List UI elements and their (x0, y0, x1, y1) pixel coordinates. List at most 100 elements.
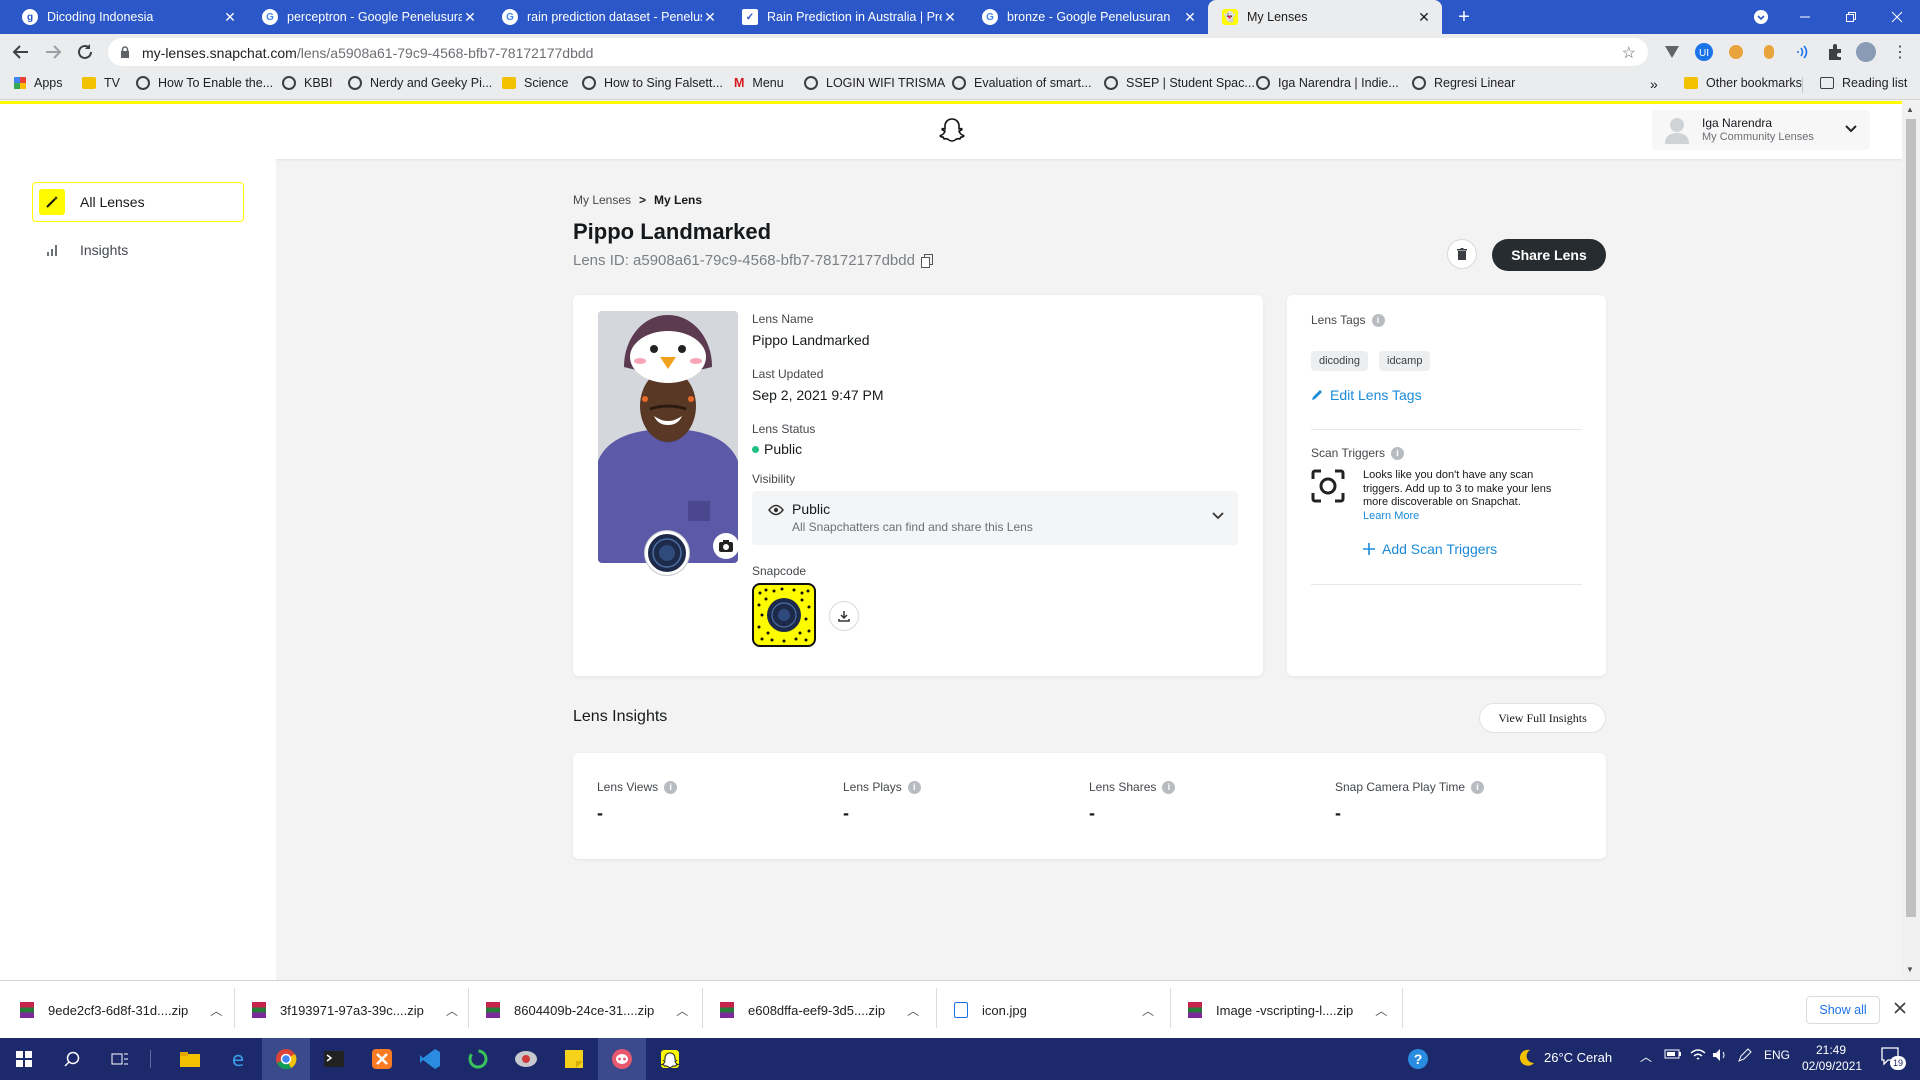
tray-overflow-icon[interactable]: ︿ (1640, 1048, 1652, 1065)
view-full-insights-button[interactable]: View Full Insights (1479, 703, 1606, 733)
close-downloads-icon[interactable] (1894, 1002, 1906, 1014)
download-item[interactable]: 8604409b-24ce-31....zip ︿ (486, 998, 688, 1022)
extension-ui-icon[interactable]: UI (1694, 42, 1714, 62)
battery-icon[interactable] (1664, 1048, 1682, 1060)
extension-vpn-icon[interactable] (1664, 44, 1680, 60)
close-window-button[interactable] (1874, 0, 1920, 34)
download-item[interactable]: 9ede2cf3-6d8f-31d....zip ︿ (20, 998, 222, 1022)
task-view-icon[interactable] (96, 1038, 144, 1080)
scroll-down-icon[interactable]: ▼ (1906, 965, 1914, 974)
other-bookmarks-folder[interactable]: Other bookmarks (1684, 76, 1802, 90)
close-tab-icon[interactable]: ✕ (702, 9, 718, 26)
share-lens-button[interactable]: Share Lens (1492, 239, 1606, 271)
bookmark-folder[interactable]: Science (502, 76, 568, 90)
chrome-icon[interactable] (262, 1038, 310, 1080)
bookmark-folder[interactable]: TV (82, 76, 120, 90)
help-icon[interactable]: ? (1394, 1038, 1442, 1080)
vscode-icon[interactable] (406, 1038, 454, 1080)
close-tab-icon[interactable]: ✕ (1182, 9, 1198, 26)
search-icon[interactable] (48, 1038, 96, 1080)
snap-camera-icon[interactable] (646, 1038, 694, 1080)
scrollbar-thumb[interactable] (1906, 119, 1916, 917)
volume-icon[interactable] (1712, 1048, 1728, 1062)
discord-icon[interactable] (598, 1038, 646, 1080)
tag-chip[interactable]: dicoding (1311, 351, 1368, 371)
back-icon[interactable] (12, 44, 30, 60)
info-icon[interactable]: i (664, 781, 678, 795)
edit-lens-tags-link[interactable]: Edit Lens Tags (1311, 387, 1422, 403)
bookmark-link[interactable]: Iga Narendra | Indie... (1256, 76, 1399, 90)
chevron-up-icon[interactable]: ︿ (1142, 1002, 1154, 1019)
bookmark-link[interactable]: How to Sing Falsett... (582, 76, 723, 90)
browser-tab[interactable]: ✓ Rain Prediction in Australia | Pred ✕ (728, 0, 968, 34)
reload-icon[interactable] (76, 43, 94, 61)
sidebar-item-all-lenses[interactable]: All Lenses (32, 182, 244, 222)
chevron-up-icon[interactable]: ︿ (907, 1002, 919, 1019)
snapchat-ghost-icon[interactable] (938, 117, 966, 143)
download-item[interactable]: e608dffa-eef9-3d5....zip ︿ (720, 998, 919, 1022)
minimize-button[interactable] (1782, 0, 1828, 34)
clock[interactable]: 21:49 02/09/2021 (1802, 1042, 1862, 1074)
notifications-icon[interactable]: 19 (1880, 1046, 1906, 1070)
download-snapcode-button[interactable] (829, 601, 859, 631)
info-icon[interactable]: i (1371, 314, 1385, 328)
show-all-downloads-button[interactable]: Show all (1806, 996, 1880, 1024)
bookmarks-overflow-button[interactable]: » (1650, 76, 1658, 92)
info-icon[interactable]: i (1471, 781, 1485, 795)
info-icon[interactable]: i (1391, 447, 1405, 461)
sticky-notes-icon[interactable] (550, 1038, 598, 1080)
extensions-puzzle-icon[interactable] (1826, 43, 1844, 61)
visibility-select[interactable]: Public All Snapchatters can find and sha… (752, 491, 1238, 545)
wifi-icon[interactable] (1690, 1048, 1706, 1062)
browser-tab[interactable]: g Dicoding Indonesia ✕ (8, 0, 248, 34)
sidebar-item-insights[interactable]: Insights (32, 232, 244, 268)
extension-record-icon[interactable] (1762, 44, 1776, 60)
xampp-icon[interactable] (358, 1038, 406, 1080)
browser-menu-icon[interactable]: ⋮ (1892, 42, 1908, 62)
chevron-up-icon[interactable]: ︿ (676, 1002, 688, 1019)
bookmark-link[interactable]: M Menu (734, 76, 784, 90)
bookmark-link[interactable]: KBBI (282, 76, 333, 90)
language-indicator[interactable]: ENG (1764, 1048, 1790, 1062)
bookmark-link[interactable]: Nerdy and Geeky Pi... (348, 76, 492, 90)
weather-widget[interactable]: 26°C Cerah (1518, 1048, 1612, 1066)
pen-icon[interactable] (1738, 1048, 1752, 1062)
game-app-icon[interactable] (502, 1038, 550, 1080)
new-tab-button[interactable]: + (1444, 0, 1484, 34)
bookmark-star-icon[interactable]: ☆ (1622, 43, 1636, 63)
close-tab-icon[interactable]: ✕ (222, 9, 238, 26)
reading-list-button[interactable]: Reading list (1820, 76, 1907, 90)
profile-avatar-icon[interactable] (1856, 42, 1876, 62)
sync-app-icon[interactable] (454, 1038, 502, 1080)
address-bar[interactable]: my-lenses.snapchat.com/lens/a5908a61-79c… (108, 38, 1648, 66)
bookmark-link[interactable]: Evaluation of smart... (952, 76, 1091, 90)
bookmark-link[interactable]: LOGIN WIFI TRISMA (804, 76, 945, 90)
info-icon[interactable]: i (1162, 781, 1176, 795)
bookmark-apps[interactable]: Apps (14, 76, 63, 90)
breadcrumb-link-my-lenses[interactable]: My Lenses (573, 193, 631, 207)
browser-tab[interactable]: G perceptron - Google Penelusuran ✕ (248, 0, 488, 34)
forward-icon[interactable] (44, 44, 62, 60)
extension-cookie-icon[interactable] (1728, 44, 1744, 60)
browser-tab[interactable]: G rain prediction dataset - Penelusuran … (488, 0, 728, 34)
download-item[interactable]: Image -vscripting-l....zip ︿ (1188, 998, 1387, 1022)
copy-icon[interactable] (920, 253, 933, 268)
page-scrollbar[interactable]: ▲ ▼ (1902, 101, 1920, 980)
user-menu[interactable]: Iga Narendra My Community Lenses (1652, 110, 1870, 150)
internet-explorer-icon[interactable]: e (214, 1038, 262, 1080)
terminal-icon[interactable] (310, 1038, 358, 1080)
download-item[interactable]: 3f193971-97a3-39c....zip ︿ (252, 998, 458, 1022)
add-scan-triggers-link[interactable]: Add Scan Triggers (1363, 541, 1497, 557)
windows-start-icon[interactable] (0, 1038, 48, 1080)
close-tab-icon[interactable]: ✕ (1416, 9, 1432, 26)
chevron-up-icon[interactable]: ︿ (446, 1002, 458, 1019)
tab-search-icon[interactable] (1738, 0, 1784, 34)
file-explorer-icon[interactable] (166, 1038, 214, 1080)
tag-chip[interactable]: idcamp (1379, 351, 1431, 371)
chevron-up-icon[interactable]: ︿ (1375, 1002, 1387, 1019)
scroll-up-icon[interactable]: ▲ (1906, 105, 1914, 114)
bookmark-link[interactable]: SSEP | Student Spac... (1104, 76, 1255, 90)
info-icon[interactable]: i (907, 781, 921, 795)
browser-tab[interactable]: G bronze - Google Penelusuran ✕ (968, 0, 1208, 34)
camera-icon[interactable] (713, 533, 739, 559)
